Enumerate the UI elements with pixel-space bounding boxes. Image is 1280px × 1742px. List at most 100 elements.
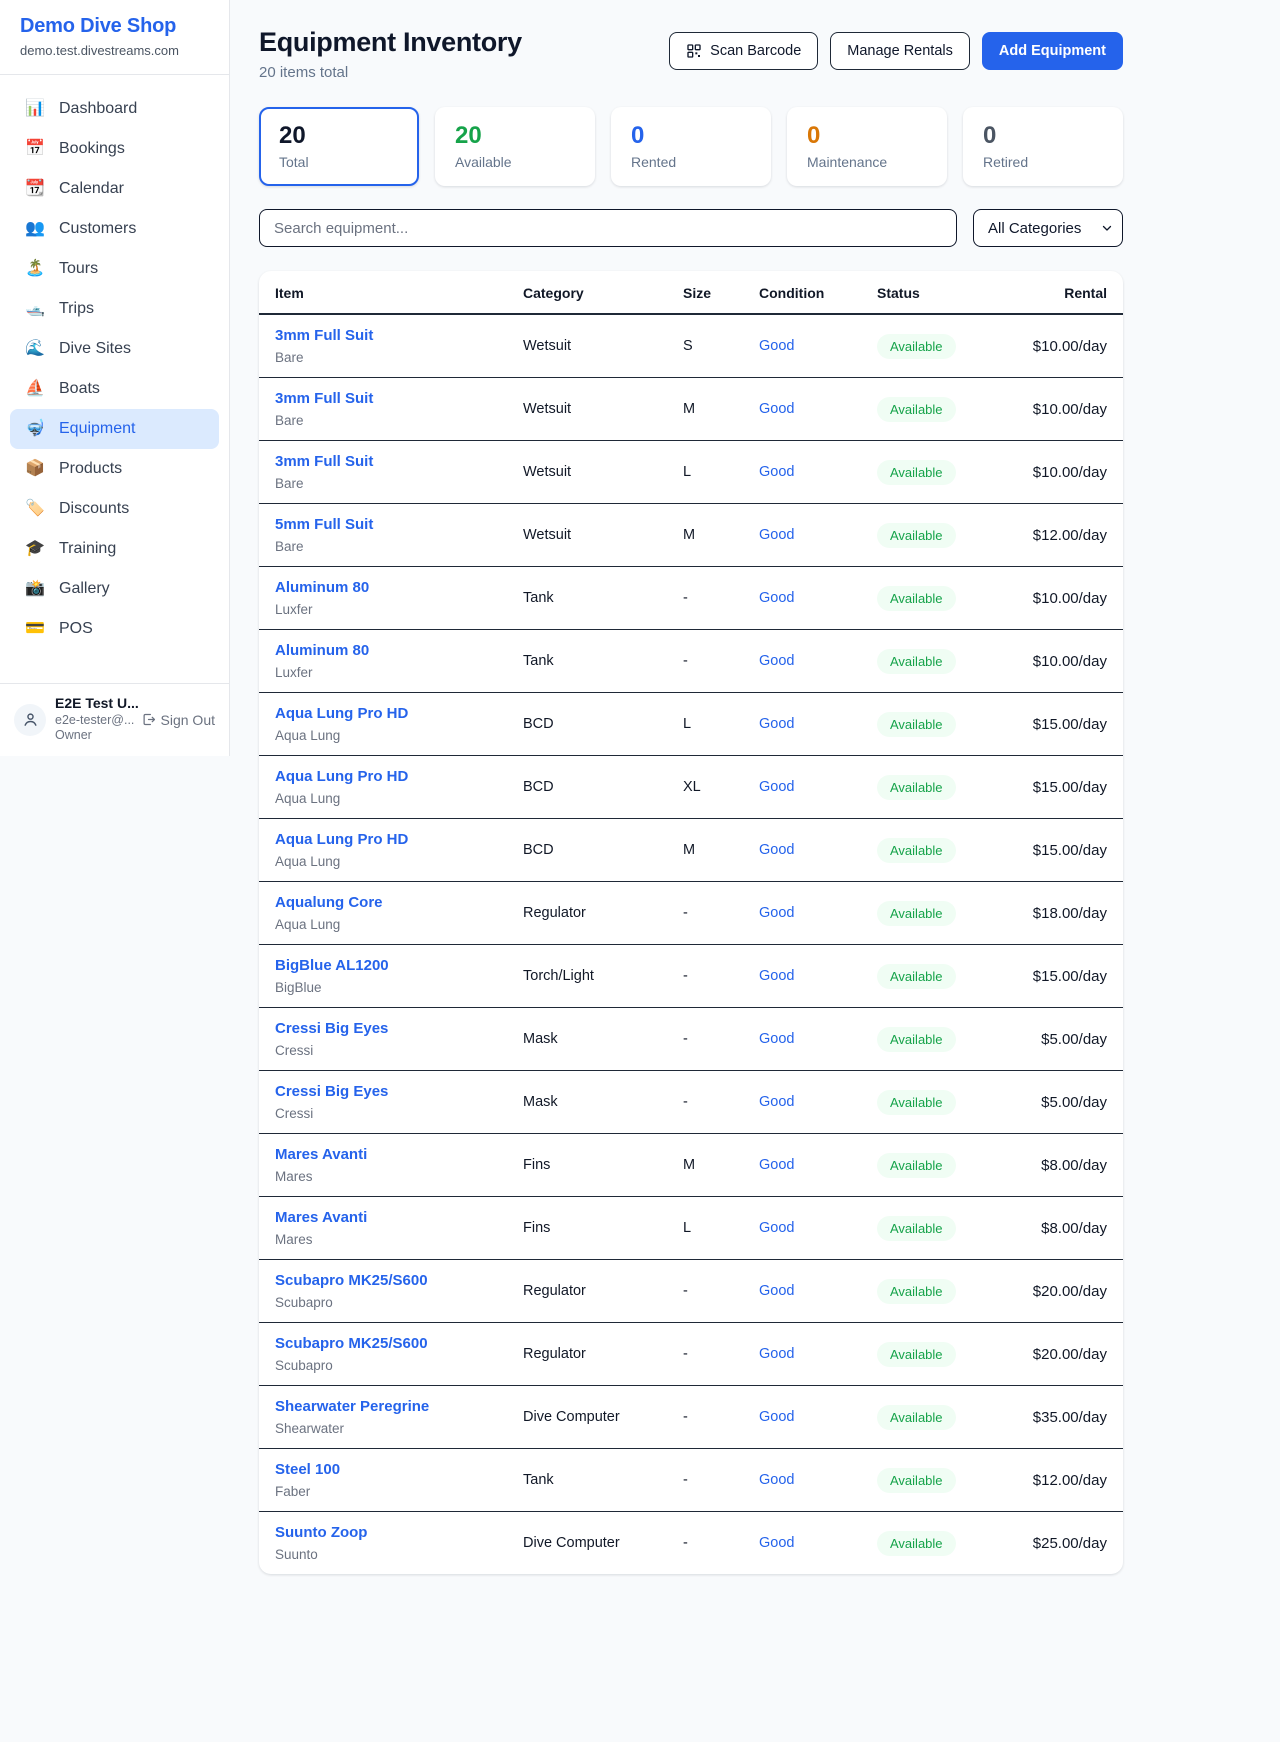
sidebar-item-label: Dive Sites: [59, 340, 131, 358]
stat-card-available[interactable]: 20 Available: [435, 107, 595, 186]
item-name-link[interactable]: Aqua Lung Pro HD: [275, 831, 408, 848]
item-name-link[interactable]: Aluminum 80: [275, 579, 369, 596]
sidebar-item-customers[interactable]: 👥 Customers: [10, 209, 219, 249]
add-equipment-button[interactable]: Add Equipment: [982, 32, 1123, 70]
sidebar-item-bookings[interactable]: 📅 Bookings: [10, 129, 219, 169]
user-role: Owner: [55, 728, 132, 744]
sidebar-item-training[interactable]: 🎓 Training: [10, 529, 219, 569]
pos-icon: 💳: [24, 621, 46, 637]
item-name-link[interactable]: Steel 100: [275, 1461, 340, 1478]
table-row: BigBlue AL1200 BigBlue Torch/Light - Goo…: [259, 945, 1123, 1008]
item-name-link[interactable]: Suunto Zoop: [275, 1524, 367, 1541]
item-name-link[interactable]: Mares Avanti: [275, 1146, 367, 1163]
category-select[interactable]: All Categories: [973, 209, 1123, 247]
sidebar-item-boats[interactable]: ⛵ Boats: [10, 369, 219, 409]
item-name-link[interactable]: Aqua Lung Pro HD: [275, 705, 408, 722]
item-name-link[interactable]: Mares Avanti: [275, 1209, 367, 1226]
category-cell: Wetsuit: [523, 401, 571, 417]
category-cell: Regulator: [523, 1346, 586, 1362]
item-name-link[interactable]: Shearwater Peregrine: [275, 1398, 429, 1415]
item-name-link[interactable]: Cressi Big Eyes: [275, 1083, 388, 1100]
training-icon: 🎓: [24, 541, 46, 557]
category-cell: BCD: [523, 842, 554, 858]
item-brand: Mares: [275, 1169, 491, 1184]
item-name-link[interactable]: Aqualung Core: [275, 894, 383, 911]
sidebar-item-trips[interactable]: 🛥️ Trips: [10, 289, 219, 329]
products-icon: 📦: [24, 461, 46, 477]
item-brand: Bare: [275, 413, 491, 428]
table-row: Shearwater Peregrine Shearwater Dive Com…: [259, 1386, 1123, 1449]
manage-rentals-button[interactable]: Manage Rentals: [830, 32, 970, 70]
sidebar-item-products[interactable]: 📦 Products: [10, 449, 219, 489]
sidebar-item-pos[interactable]: 💳 POS: [10, 609, 219, 649]
category-cell: Torch/Light: [523, 968, 594, 984]
rental-cell: $15.00/day: [1007, 945, 1123, 1008]
sign-out-button[interactable]: Sign Out: [141, 712, 215, 728]
stat-card-total[interactable]: 20 Total: [259, 107, 419, 186]
item-name-link[interactable]: BigBlue AL1200: [275, 957, 389, 974]
category-cell: Fins: [523, 1157, 550, 1173]
item-name-link[interactable]: 3mm Full Suit: [275, 453, 373, 470]
item-name-link[interactable]: 3mm Full Suit: [275, 327, 373, 344]
stat-card-rented[interactable]: 0 Rented: [611, 107, 771, 186]
equipment-icon: 🤿: [24, 421, 46, 437]
sidebar-item-equipment[interactable]: 🤿 Equipment: [10, 409, 219, 449]
size-cell: -: [683, 1031, 688, 1047]
status-badge: Available: [877, 1027, 956, 1052]
size-cell: S: [683, 338, 693, 354]
rental-cell: $18.00/day: [1007, 882, 1123, 945]
user-email: e2e-tester@...: [55, 713, 132, 729]
sidebar-item-dashboard[interactable]: 📊 Dashboard: [10, 89, 219, 129]
item-name-link[interactable]: 3mm Full Suit: [275, 390, 373, 407]
sidebar-item-label: Calendar: [59, 180, 124, 198]
size-cell: -: [683, 590, 688, 606]
item-brand: Scubapro: [275, 1295, 491, 1310]
status-badge: Available: [877, 397, 956, 422]
sidebar-item-gallery[interactable]: 📸 Gallery: [10, 569, 219, 609]
column-header-condition: Condition: [743, 271, 861, 314]
item-name-link[interactable]: Scubapro MK25/S600: [275, 1272, 428, 1289]
item-name-link[interactable]: Cressi Big Eyes: [275, 1020, 388, 1037]
size-cell: -: [683, 1535, 688, 1551]
sidebar-item-dive-sites[interactable]: 🌊 Dive Sites: [10, 329, 219, 369]
stat-card-retired[interactable]: 0 Retired: [963, 107, 1123, 186]
item-brand: Luxfer: [275, 665, 491, 680]
stat-card-maintenance[interactable]: 0 Maintenance: [787, 107, 947, 186]
table-row: Cressi Big Eyes Cressi Mask - Good Avail…: [259, 1008, 1123, 1071]
rental-cell: $10.00/day: [1007, 378, 1123, 441]
condition-cell: Good: [759, 401, 794, 417]
item-brand: Aqua Lung: [275, 728, 491, 743]
item-brand: Bare: [275, 350, 491, 365]
item-brand: Bare: [275, 539, 491, 554]
status-badge: Available: [877, 460, 956, 485]
rental-cell: $10.00/day: [1007, 630, 1123, 693]
status-badge: Available: [877, 586, 956, 611]
item-name-link[interactable]: Aqua Lung Pro HD: [275, 768, 408, 785]
item-name-link[interactable]: 5mm Full Suit: [275, 516, 373, 533]
size-cell: L: [683, 464, 691, 480]
search-input[interactable]: [259, 209, 957, 247]
condition-cell: Good: [759, 653, 794, 669]
item-name-link[interactable]: Scubapro MK25/S600: [275, 1335, 428, 1352]
category-select-wrap: All Categories: [973, 209, 1123, 247]
sidebar-item-tours[interactable]: 🏝️ Tours: [10, 249, 219, 289]
person-icon: [22, 711, 39, 728]
stat-value: 0: [807, 122, 927, 150]
table-row: 5mm Full Suit Bare Wetsuit M Good Availa…: [259, 504, 1123, 567]
sign-out-icon: [141, 712, 156, 727]
category-cell: BCD: [523, 716, 554, 732]
equipment-table-card: ItemCategorySizeConditionStatusRental 3m…: [259, 271, 1123, 1574]
sidebar-item-discounts[interactable]: 🏷️ Discounts: [10, 489, 219, 529]
stat-label: Rented: [631, 154, 751, 170]
size-cell: XL: [683, 779, 701, 795]
size-cell: M: [683, 1157, 695, 1173]
scan-barcode-button[interactable]: Scan Barcode: [669, 32, 818, 70]
rental-cell: $5.00/day: [1007, 1071, 1123, 1134]
main-content: Equipment Inventory 20 items total Scan …: [230, 0, 1280, 1574]
table-row: 3mm Full Suit Bare Wetsuit S Good Availa…: [259, 314, 1123, 378]
rental-cell: $15.00/day: [1007, 819, 1123, 882]
rental-cell: $35.00/day: [1007, 1386, 1123, 1449]
sidebar-item-calendar[interactable]: 📆 Calendar: [10, 169, 219, 209]
item-name-link[interactable]: Aluminum 80: [275, 642, 369, 659]
status-badge: Available: [877, 1090, 956, 1115]
